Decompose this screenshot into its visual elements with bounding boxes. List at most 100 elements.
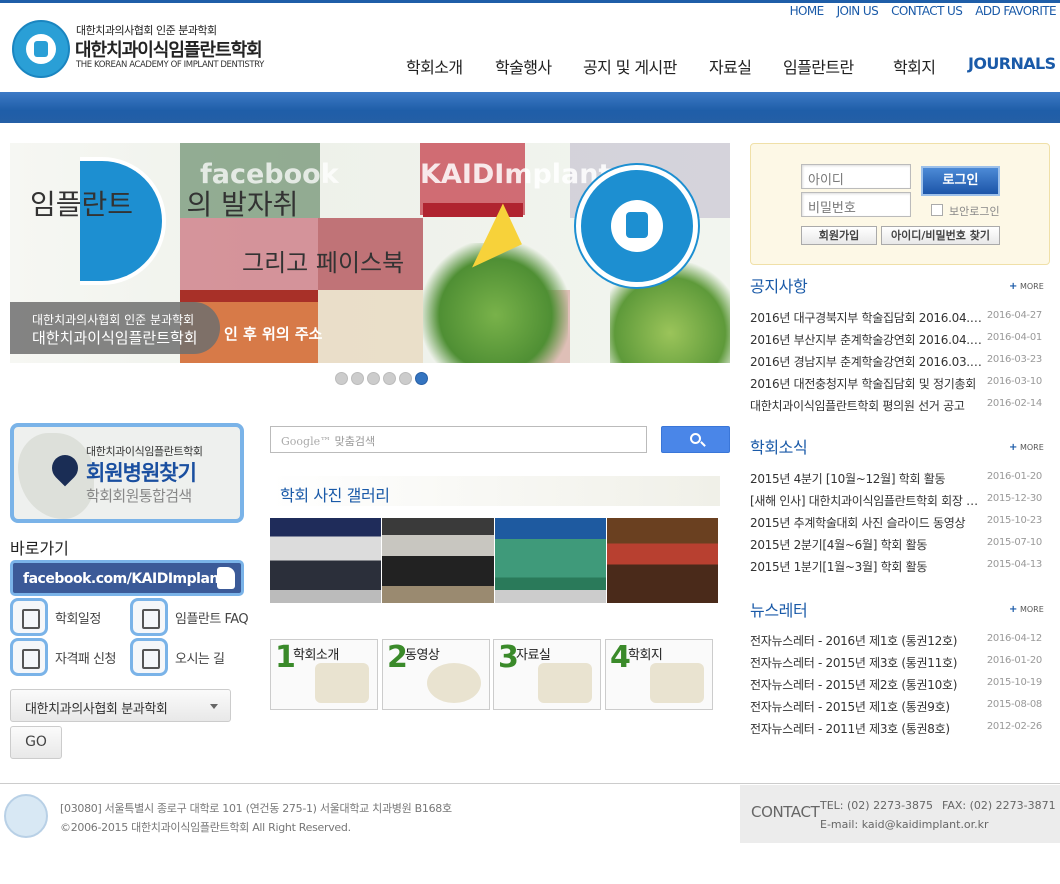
nav-resources[interactable]: 자료실 [709,54,752,78]
member-hospital-search-banner[interactable]: 대한치과이식임플란트학회 회원병원찾기 학회회원통합검색 [10,423,244,523]
site-logo[interactable]: 대한치과의사협회 인준 분과학회 대한치과이식임플란트학회 THE KOREAN… [12,18,264,78]
contact-label: CONTACT [751,803,820,821]
facebook-link-label: facebook.com/KAIDImplant [23,571,226,587]
list-item-title: 전자뉴스레터 - 2015년 제3호 (통권11호) [750,656,958,670]
menu-box-label: 학회지 [628,648,663,663]
list-item[interactable]: 2016년 대전충청지부 학술집담회 및 정기총회 2016-03-10 [750,372,1042,394]
list-item-title: 2016년 경남지부 춘계학술강연회 2016.03.27 [750,355,982,369]
list-item-date: 2016-02-14 [986,398,1042,409]
list-item-title: 2015년 4분기 [10월~12월] 학회 활동 [750,472,946,486]
quicklink-label: 학회일정 [55,612,101,627]
slide-dot[interactable] [335,372,348,385]
id-field[interactable]: 아이디 [801,164,911,189]
list-item-date: 2015-10-19 [986,677,1042,688]
search-input[interactable]: Google™ 맞춤검색 [270,426,647,453]
quicklink-directions[interactable]: 오시는 길 [130,638,248,676]
slide-dot-active[interactable] [415,372,428,385]
go-button[interactable]: GO [10,726,62,759]
list-item[interactable]: 2016년 경남지부 춘계학술강연회 2016.03.27 2016-03-23 [750,350,1042,372]
list-item-title: [새해 인사] 대한치과이식임플란트학회 회장 인사 [750,494,982,508]
password-field[interactable]: 비밀번호 [801,192,911,217]
list-item-date: 2016-04-27 [986,310,1042,321]
nav-implant[interactable]: 임플란트란 [783,54,854,78]
main-slideshow[interactable]: facebook KAIDImplant 임플란트 의 발자취 그리고 페이스북… [10,143,730,363]
util-favorite-link[interactable]: ADD FAVORITE [975,4,1056,18]
easel-icon [650,663,704,703]
notice-more-link[interactable]: + MORE [1009,281,1044,292]
contact-email[interactable]: E-mail: kaid@kaidimplant.or.kr [820,818,989,831]
nav-board[interactable]: 공지 및 게시판 [583,54,677,78]
list-item[interactable]: 전자뉴스레터 - 2015년 제2호 (통권10호) 2015-10-19 [750,673,1042,695]
quicklink-label: 자격패 신청 [55,652,116,667]
list-item-title: 전자뉴스레터 - 2016년 제1호 (통권12호) [750,634,958,648]
menu-box-video[interactable]: 2 동영상 [382,639,490,710]
quicklink-schedule[interactable]: 학회일정 [10,598,128,636]
login-button[interactable]: 로그인 [921,166,1000,196]
util-join-link[interactable]: JOIN US [837,4,879,18]
join-button[interactable]: 회원가입 [801,226,877,245]
list-item-date: 2016-03-23 [986,354,1042,365]
list-item-date: 2016-03-10 [986,376,1042,387]
list-item[interactable]: 전자뉴스레터 - 2011년 제3호 (통권8호) 2012-02-26 [750,717,1042,739]
facebook-link-button[interactable]: facebook.com/KAIDImplant [10,560,244,596]
gallery-photo[interactable] [494,518,606,603]
list-item[interactable]: 2016년 부산지부 춘계학술강연회 2016.04.10 2016-04-01 [750,328,1042,350]
list-item[interactable]: 2015년 4분기 [10월~12월] 학회 활동 2016-01-20 [750,467,1042,489]
shortcuts-heading: 바로가기 [10,539,69,558]
search-placeholder: Google™ 맞춤검색 [281,435,376,448]
find-account-button[interactable]: 아이디/비밀번호 찾기 [881,226,1000,245]
search-button[interactable] [661,426,730,453]
academy-emblem-icon [12,20,70,78]
site-footer: [03080] 서울특별시 종로구 대학로 101 (연건동 275-1) 서울… [0,783,1060,845]
newsletter-more-link[interactable]: + MORE [1009,604,1044,615]
slide-dot[interactable] [399,372,412,385]
notice-list: 2016년 대구경북지부 학술집담회 2016.04.28 2016-04-27 2… [750,306,1042,416]
slide-dot[interactable] [367,372,380,385]
footer-contact-box: CONTACT TEL: (02) 2273-3875 FAX: (02) 22… [740,785,1060,843]
list-item[interactable]: 2016년 대구경북지부 학술집담회 2016.04.28 2016-04-27 [750,306,1042,328]
list-item[interactable]: 전자뉴스레터 - 2016년 제1호 (통권12호) 2016-04-12 [750,629,1042,651]
gallery-heading-bar: 학회 사진 갤러리 [270,476,720,506]
secure-login-checkbox[interactable] [931,204,943,216]
menu-box-label: 동영상 [405,648,440,663]
contact-fax: FAX: (02) 2273-3871 [942,799,1056,812]
list-item[interactable]: 대한치과이식임플란트학회 평의원 선거 공고 2016-02-14 [750,394,1042,416]
quicklink-faq[interactable]: 임플란트 FAQ [130,598,249,636]
util-contact-link[interactable]: CONTACT US [891,4,963,18]
list-item-date: 2012-02-26 [986,721,1042,732]
slide-dot[interactable] [383,372,396,385]
slide-handwriting-1: 임플란트 의 발자취 [30,188,299,221]
menu-box-journal[interactable]: 4 학회지 [605,639,713,710]
faq-magnifier-icon [130,598,168,636]
list-item-title: 2015년 2분기[4월~6월] 학회 활동 [750,538,928,552]
nav-events[interactable]: 학술행사 [495,54,552,78]
list-item[interactable]: 2015년 추계학술대회 사진 슬라이드 동영상 2015-10-23 [750,511,1042,533]
util-home-link[interactable]: HOME [790,4,825,18]
list-item-title: 전자뉴스레터 - 2015년 제1호 (통권9호) [750,700,950,714]
list-item-date: 2016-01-20 [986,655,1042,666]
quicklink-certificate[interactable]: 자격패 신청 [10,638,128,676]
gallery-photo[interactable] [270,518,382,603]
illustration-icon [315,663,369,703]
list-item[interactable]: [새해 인사] 대한치과이식임플란트학회 회장 인사 2015-12-30 [750,489,1042,511]
gallery-title: 학회 사진 갤러리 [280,486,390,505]
slide-dot[interactable] [351,372,364,385]
film-reel-icon [427,663,481,703]
gallery-photo[interactable] [606,518,718,603]
list-item[interactable]: 2015년 1분기[1월~3월] 학회 활동 2015-04-13 [750,555,1042,577]
list-item[interactable]: 전자뉴스레터 - 2015년 제3호 (통권11호) 2016-01-20 [750,651,1042,673]
menu-box-label: 학회소개 [293,648,339,663]
nav-journals[interactable]: JOURNALS [968,54,1056,73]
society-select[interactable]: 대한치과의사협회 분과학회 [10,689,231,722]
news-more-link[interactable]: + MORE [1009,442,1044,453]
list-item[interactable]: 2015년 2분기[4월~6월] 학회 활동 2015-07-10 [750,533,1042,555]
menu-box-about[interactable]: 1 학회소개 [270,639,378,710]
slide-caption-small: 대한치과의사협회 인준 분과학회 [32,313,195,327]
thumbs-up-icon [217,567,235,589]
slide-handwriting-2: 그리고 페이스북 [242,249,405,277]
nav-journal-kr[interactable]: 학회지 [893,54,936,78]
gallery-photo[interactable] [382,518,494,603]
nav-about[interactable]: 학회소개 [406,54,463,78]
menu-box-resources[interactable]: 3 자료실 [493,639,601,710]
list-item[interactable]: 전자뉴스레터 - 2015년 제1호 (통권9호) 2015-08-08 [750,695,1042,717]
